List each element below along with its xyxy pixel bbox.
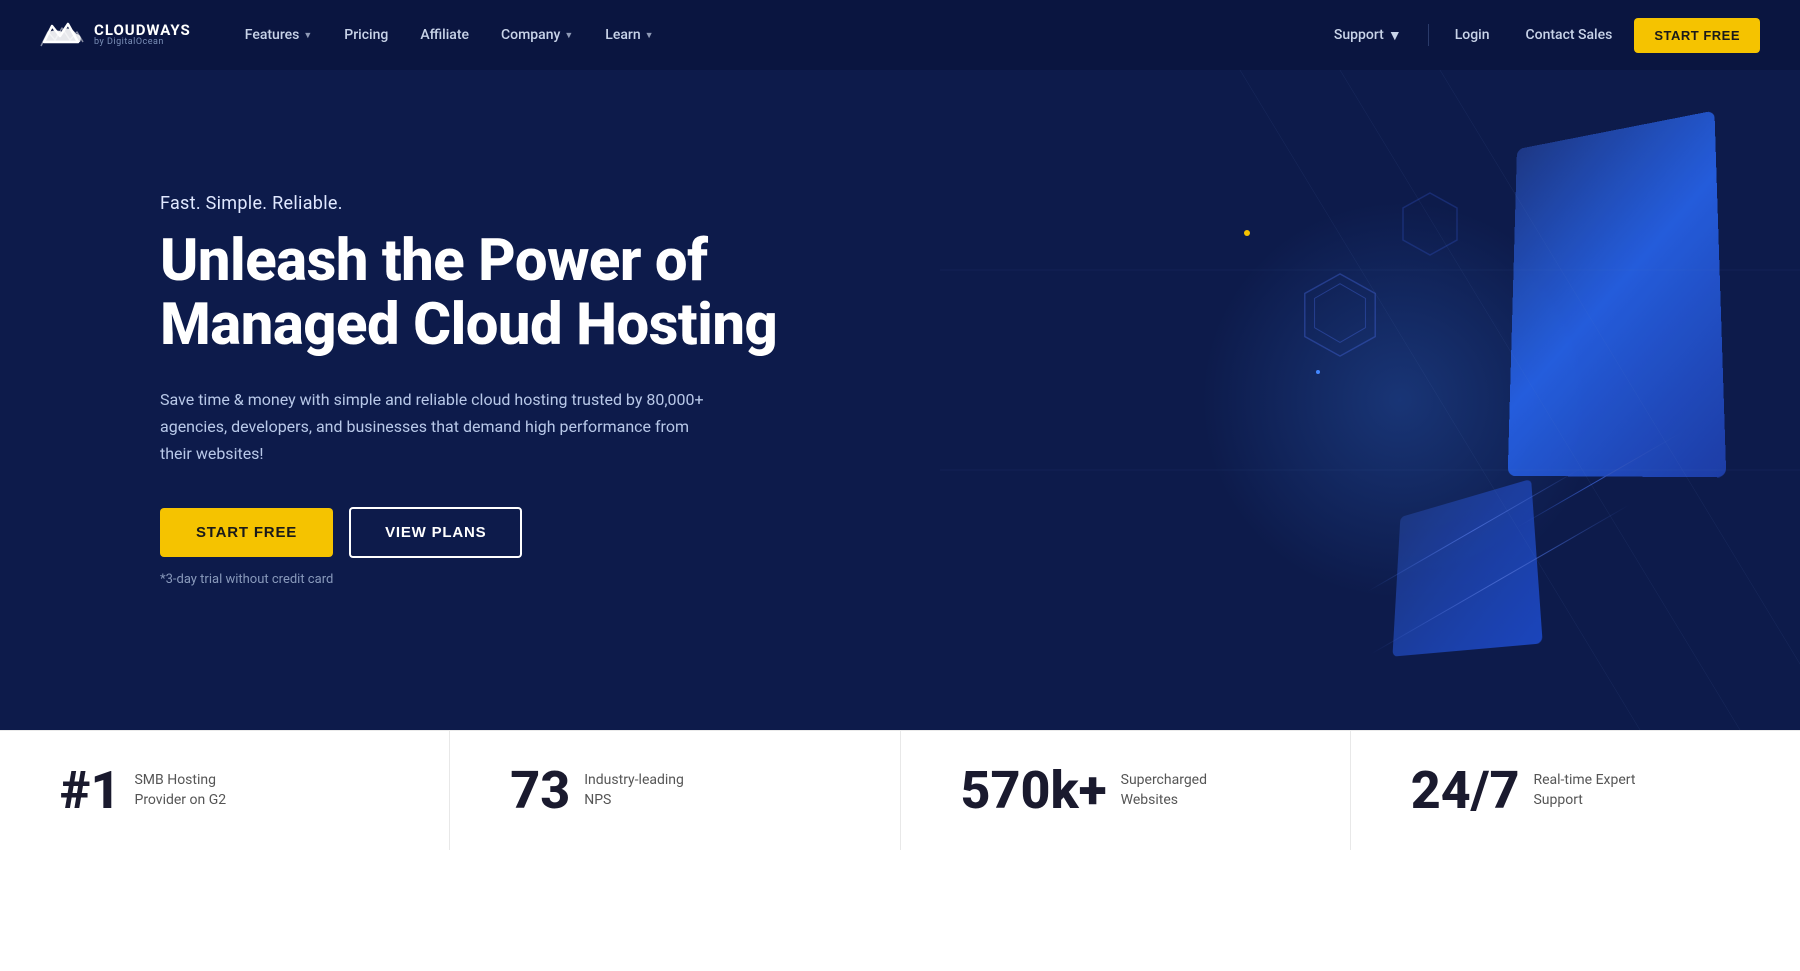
iso-line-3 — [1513, 429, 1687, 530]
accent-dot-1 — [1244, 230, 1250, 236]
logo-link[interactable]: CLOUDWAYS by DigitalOcean — [40, 18, 191, 52]
brand-name: CLOUDWAYS — [94, 23, 191, 38]
hero-graphic — [940, 70, 1800, 730]
nav-start-free-button[interactable]: START FREE — [1634, 18, 1760, 53]
stat-item-3: 570k+ Supercharged Websites — [901, 731, 1351, 850]
nav-features[interactable]: Features ▼ — [231, 19, 327, 51]
glow-effect — [1200, 200, 1600, 600]
navbar: CLOUDWAYS by DigitalOcean Features ▼ Pri… — [0, 0, 1800, 70]
hero-description: Save time & money with simple and reliab… — [160, 386, 720, 468]
hero-tagline: Fast. Simple. Reliable. — [160, 193, 800, 214]
stat-number-1: #1 — [60, 765, 120, 817]
grid-lines — [940, 70, 1800, 730]
nav-right: Support ▼ Login Contact Sales START FREE — [1320, 18, 1760, 53]
stat-number-4: 24/7 — [1411, 765, 1520, 817]
stat-desc-1: SMB Hosting Provider on G2 — [134, 771, 254, 810]
iso-shape-primary — [1508, 110, 1727, 477]
hex-icon-1 — [1300, 270, 1380, 360]
stat-number-3: 570k+ — [961, 765, 1107, 817]
hero-buttons: START FREE VIEW PLANS — [160, 507, 800, 558]
nav-company[interactable]: Company ▼ — [487, 19, 587, 51]
stat-item-1: #1 SMB Hosting Provider on G2 — [0, 731, 450, 850]
stat-number-2: 73 — [510, 765, 570, 817]
nav-links: Features ▼ Pricing Affiliate Company ▼ L… — [231, 19, 1320, 51]
hero-trial-note: *3-day trial without credit card — [160, 572, 800, 587]
hero-start-free-button[interactable]: START FREE — [160, 508, 333, 557]
company-chevron-icon: ▼ — [564, 30, 573, 41]
logo-text: CLOUDWAYS by DigitalOcean — [94, 23, 191, 47]
stat-desc-2: Industry-leading NPS — [584, 771, 704, 810]
hero-section: Fast. Simple. Reliable. Unleash the Powe… — [0, 70, 1800, 730]
nav-learn[interactable]: Learn ▼ — [591, 19, 667, 51]
nav-contact-sales[interactable]: Contact Sales — [1512, 19, 1627, 51]
stat-item-2: 73 Industry-leading NPS — [450, 731, 900, 850]
nav-support[interactable]: Support ▼ — [1320, 19, 1416, 52]
iso-line-2 — [1366, 467, 1583, 593]
features-chevron-icon: ▼ — [303, 30, 312, 41]
stat-desc-4: Real-time Expert Support — [1533, 771, 1653, 810]
stats-bar: #1 SMB Hosting Provider on G2 73 Industr… — [0, 730, 1800, 850]
brand-sub: by DigitalOcean — [94, 38, 191, 47]
hero-title: Unleash the Power of Managed Cloud Hosti… — [160, 230, 800, 358]
stat-item-4: 24/7 Real-time Expert Support — [1351, 731, 1800, 850]
stat-desc-3: Supercharged Websites — [1121, 771, 1241, 810]
iso-shape-secondary — [1392, 479, 1542, 657]
hero-view-plans-button[interactable]: VIEW PLANS — [349, 507, 522, 558]
support-chevron-icon: ▼ — [1388, 27, 1402, 44]
iso-line-1 — [1370, 504, 1630, 655]
nav-divider — [1428, 24, 1429, 46]
nav-affiliate[interactable]: Affiliate — [406, 19, 483, 51]
hex-icon-2 — [1400, 190, 1460, 258]
learn-chevron-icon: ▼ — [645, 30, 654, 41]
hero-content: Fast. Simple. Reliable. Unleash the Powe… — [160, 193, 800, 587]
nav-pricing[interactable]: Pricing — [330, 19, 402, 51]
cloudways-logo-icon — [40, 18, 84, 52]
accent-dot-2 — [1316, 370, 1320, 374]
nav-login[interactable]: Login — [1441, 19, 1504, 51]
